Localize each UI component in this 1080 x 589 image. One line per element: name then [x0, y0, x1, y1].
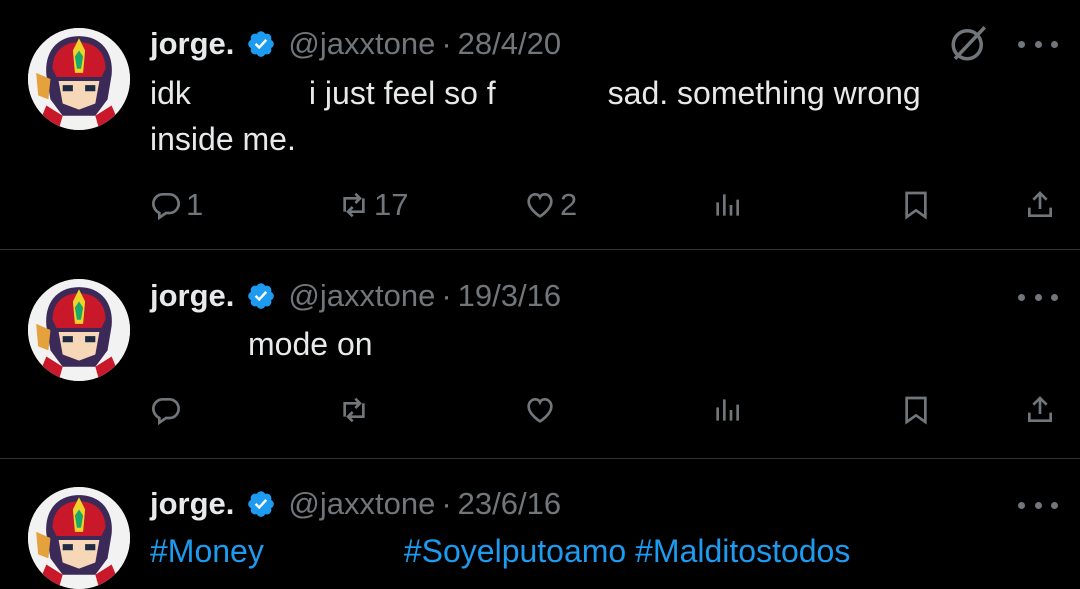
hashtag-link[interactable]: #Soyelputoamo	[404, 533, 626, 569]
share-icon	[1024, 189, 1056, 221]
tweet-3[interactable]: jorge. @jaxxtone · 23/6/16 #Money #Soyel…	[0, 460, 1080, 589]
verified-badge-icon[interactable]	[246, 281, 276, 311]
repost-icon	[338, 394, 370, 426]
reply-icon	[150, 189, 182, 221]
divider	[0, 249, 1080, 250]
repost-icon	[338, 189, 370, 221]
verified-badge-icon[interactable]	[246, 29, 276, 59]
tweet-header: jorge. @jaxxtone · 23/6/16	[150, 484, 561, 524]
username[interactable]: @jaxxtone	[288, 278, 435, 314]
views-icon	[711, 189, 743, 221]
action-bar	[150, 385, 1060, 435]
more-icon[interactable]	[1018, 495, 1058, 515]
display-name[interactable]: jorge.	[150, 486, 234, 522]
tweet-text: #Money #Soyelputoamo #Malditostodos	[150, 528, 850, 574]
divider	[0, 458, 1080, 459]
separator: ·	[441, 278, 452, 313]
tweet-1[interactable]: jorge. @jaxxtone · 28/4/20 idk i just fe…	[0, 0, 1080, 249]
avatar[interactable]	[28, 487, 130, 589]
tweet-text-part: mode on	[248, 326, 373, 362]
bookmark-button[interactable]	[900, 385, 932, 435]
tweet-text-part: idk	[150, 75, 191, 111]
reply-button[interactable]	[150, 385, 182, 435]
tweet-text-part: sad. something wrong	[607, 75, 921, 111]
hashtag-link[interactable]: #Money	[150, 533, 264, 569]
bookmark-icon	[900, 394, 932, 426]
share-icon	[1024, 394, 1056, 426]
username[interactable]: @jaxxtone	[288, 486, 435, 522]
tweet-text-part: inside me.	[150, 121, 296, 157]
reply-count: 1	[186, 187, 204, 222]
share-button[interactable]	[1024, 385, 1056, 435]
avatar[interactable]	[28, 279, 130, 381]
avatar[interactable]	[28, 28, 130, 130]
views-icon	[711, 394, 743, 426]
action-bar: 1 17 2	[150, 180, 1060, 230]
reply-icon	[150, 394, 182, 426]
redacted-area	[150, 321, 248, 367]
like-count: 2	[560, 187, 578, 222]
grok-icon[interactable]	[948, 22, 990, 64]
timestamp[interactable]: 23/6/16	[458, 486, 561, 522]
like-button[interactable]	[524, 385, 556, 435]
avatar-image	[28, 28, 130, 130]
tweet-header: jorge. @jaxxtone · 28/4/20	[150, 24, 561, 64]
views-button[interactable]	[711, 385, 743, 435]
repost-button[interactable]: 17	[338, 180, 408, 230]
redacted-area	[263, 528, 404, 574]
heart-icon	[524, 394, 556, 426]
tweet-text-part: i just feel so f	[308, 75, 496, 111]
tweet-text: idk i just feel so f sad. something wron…	[150, 70, 921, 162]
tweet-2[interactable]: jorge. @jaxxtone · 19/3/16 mode on	[0, 251, 1080, 458]
repost-count: 17	[374, 187, 409, 222]
hashtag-link[interactable]: #Malditostodos	[635, 533, 850, 569]
share-button[interactable]	[1024, 180, 1056, 230]
verified-badge-icon[interactable]	[246, 489, 276, 519]
more-icon[interactable]	[1018, 287, 1058, 307]
reply-button[interactable]: 1	[150, 180, 203, 230]
username[interactable]: @jaxxtone	[288, 26, 435, 62]
timestamp[interactable]: 28/4/20	[458, 26, 561, 62]
redacted-area	[190, 70, 309, 116]
heart-icon	[524, 189, 556, 221]
tweet-text: mode on	[150, 321, 373, 367]
display-name[interactable]: jorge.	[150, 278, 234, 314]
bookmark-icon	[900, 189, 932, 221]
repost-button[interactable]	[338, 385, 370, 435]
redacted-area	[495, 70, 608, 116]
display-name[interactable]: jorge.	[150, 26, 234, 62]
more-icon[interactable]	[1018, 34, 1058, 54]
like-button[interactable]: 2	[524, 180, 577, 230]
tweet-header: jorge. @jaxxtone · 19/3/16	[150, 276, 561, 316]
separator: ·	[441, 486, 452, 521]
avatar-image	[28, 487, 130, 589]
views-button[interactable]	[711, 180, 743, 230]
avatar-image	[28, 279, 130, 381]
timestamp[interactable]: 19/3/16	[458, 278, 561, 314]
separator: ·	[441, 26, 452, 61]
bookmark-button[interactable]	[900, 180, 932, 230]
